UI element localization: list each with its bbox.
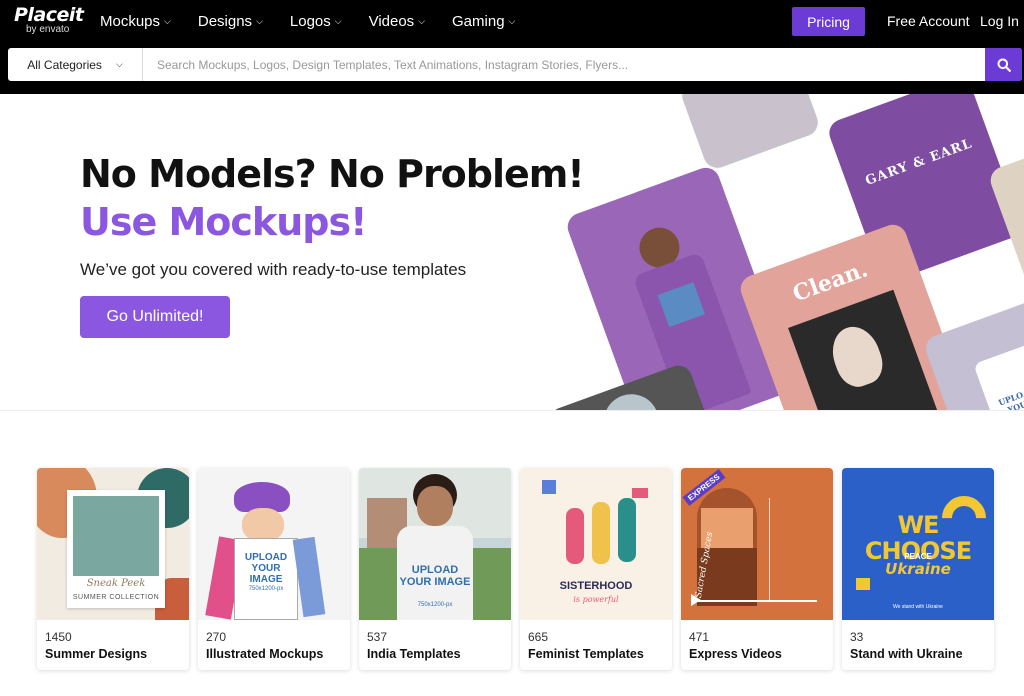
card-title: India Templates	[367, 647, 461, 661]
hero-collage-image: GARY & EARL Clean. UPLOAD YOUR IMAGE	[545, 94, 1024, 410]
card-image: UPLOAD YOUR IMAGE 750x1200-px	[359, 468, 511, 620]
card-title: Illustrated Mockups	[206, 647, 324, 661]
nav-videos[interactable]: Videos ⌵	[369, 12, 425, 32]
chevron-down-icon: ⌵	[115, 59, 123, 69]
card-image-text: SISTERHOOD	[559, 580, 633, 592]
category-card-express[interactable]: EXPRESS Sacred Spaces 471 Express Videos	[681, 468, 833, 670]
card-count: 471	[689, 630, 710, 644]
nav-gaming[interactable]: Gaming ⌵	[452, 12, 515, 32]
clean-photo	[788, 289, 942, 410]
card-count: 665	[528, 630, 549, 644]
search-input[interactable]	[143, 48, 985, 81]
nav-label: Logos	[289, 13, 331, 30]
card-image-subtext: 750x1200-px	[248, 586, 284, 592]
nav-designs[interactable]: Designs ⌵	[198, 12, 263, 32]
hero-title: No Models? No Problem!	[80, 152, 585, 196]
play-icon	[691, 594, 701, 606]
login-link[interactable]: Log In	[980, 13, 1019, 29]
card-image-country: Ukraine	[885, 560, 951, 578]
hero-subtitle: Use Mockups!	[80, 200, 367, 244]
card-count: 537	[367, 630, 388, 644]
collage-tile	[678, 94, 822, 172]
card-image-text: Sneak Peek	[86, 578, 146, 589]
nav-label: Designs	[197, 13, 253, 30]
nav-label: Mockups	[100, 13, 161, 30]
placeit-logo[interactable]: Placeit by envato	[14, 4, 84, 35]
category-card-ukraine[interactable]: WE CHOOSE PEACE Ukraine We stand with Uk…	[842, 468, 994, 670]
card-image-footer: We stand with Ukraine	[893, 604, 943, 610]
card-count: 270	[206, 630, 227, 644]
nav-label: Videos	[368, 13, 415, 30]
chevron-down-icon: ⌵	[418, 16, 426, 26]
logo-text: Placeit	[14, 4, 84, 26]
card-image-subtext: 750x1200-px	[417, 602, 453, 608]
card-title: Summer Designs	[45, 647, 148, 661]
card-title: Stand with Ukraine	[850, 647, 963, 661]
chevron-down-icon: ⌵	[164, 16, 171, 26]
chevron-down-icon: ⌵	[334, 16, 342, 26]
category-card-illustrated[interactable]: UPLOAD YOUR IMAGE 750x1200-px 270 Illust…	[198, 468, 350, 670]
nav-mockups[interactable]: Mockups ⌵	[100, 12, 171, 32]
card-image: EXPRESS Sacred Spaces	[681, 468, 833, 620]
top-header: Placeit by envato Mockups ⌵ Designs ⌵ Logo…	[0, 0, 1024, 94]
main-nav: Mockups ⌵ Designs ⌵ Logos ⌵ Videos ⌵ Gaming ⌵	[100, 12, 542, 32]
search-icon	[997, 58, 1011, 72]
go-unlimited-button[interactable]: Go Unlimited!	[80, 296, 230, 338]
card-image-subtext: SUMMER COLLECTION	[72, 594, 160, 601]
card-count: 1450	[45, 630, 72, 644]
card-title: Feminist Templates	[528, 647, 644, 661]
card-image: Sneak Peek SUMMER COLLECTION	[37, 468, 189, 620]
chevron-down-icon: ⌵	[256, 16, 263, 26]
card-title: Express Videos	[689, 647, 782, 661]
search-bar: All Categories ⌵	[8, 48, 1022, 81]
category-card-summer[interactable]: Sneak Peek SUMMER COLLECTION 1450 Summer…	[37, 468, 189, 670]
collage-gary-text: GARY & EARL	[863, 136, 975, 189]
category-select-value: All Categories	[27, 57, 102, 72]
card-image: SISTERHOOD is powerful	[520, 468, 672, 620]
nav-label: Gaming	[452, 13, 505, 30]
category-card-feminist[interactable]: SISTERHOOD is powerful 665 Feminist Temp…	[520, 468, 672, 670]
card-image-text: UPLOAD YOUR IMAGE	[399, 564, 471, 588]
card-image-subtext: is powerful	[573, 595, 619, 604]
free-account-link[interactable]: Free Account	[887, 13, 970, 29]
chevron-down-icon: ⌵	[508, 16, 516, 26]
card-count: 33	[850, 630, 864, 644]
category-card-india[interactable]: UPLOAD YOUR IMAGE 750x1200-px 537 India …	[359, 468, 511, 670]
search-button[interactable]	[985, 48, 1022, 81]
nav-logos[interactable]: Logos ⌵	[290, 12, 342, 32]
card-image-text: UPLOAD YOUR IMAGE	[244, 552, 288, 585]
category-select[interactable]: All Categories ⌵	[8, 48, 143, 81]
card-image: WE CHOOSE PEACE Ukraine We stand with Uk…	[842, 468, 994, 620]
hero-description: We’ve got you covered with ready-to-use …	[80, 260, 467, 279]
pricing-button[interactable]: Pricing	[792, 7, 865, 36]
card-image: UPLOAD YOUR IMAGE 750x1200-px	[198, 468, 350, 620]
category-cards: Sneak Peek SUMMER COLLECTION 1450 Summer…	[37, 468, 1003, 670]
hero-banner: No Models? No Problem! Use Mockups! We’v…	[0, 94, 1024, 411]
